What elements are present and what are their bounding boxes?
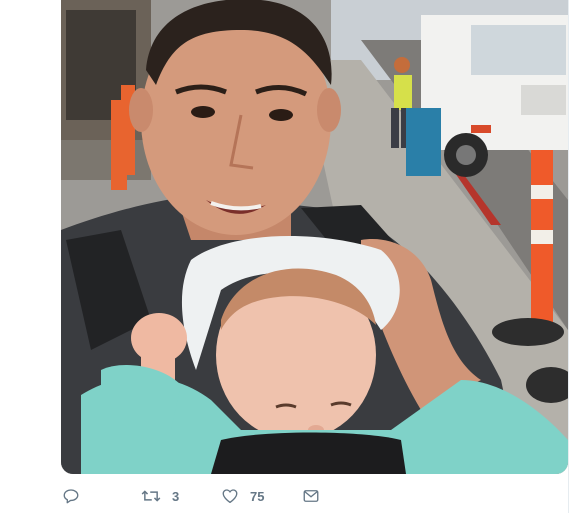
heart-icon	[221, 487, 239, 505]
reply-button[interactable]	[62, 484, 91, 508]
retweet-count: 3	[172, 488, 180, 504]
direct-message-button[interactable]	[302, 484, 320, 508]
like-button[interactable]: 75	[221, 484, 264, 508]
reply-icon	[62, 487, 80, 505]
envelope-icon	[302, 487, 320, 505]
like-count: 75	[250, 488, 265, 504]
tweet-actions: 3 75	[61, 484, 361, 508]
tweet-photo[interactable]	[61, 0, 568, 474]
retweet-icon	[141, 487, 161, 505]
retweet-button[interactable]: 3	[141, 484, 179, 508]
photo-illustration	[61, 0, 568, 474]
timeline-border	[568, 0, 569, 513]
